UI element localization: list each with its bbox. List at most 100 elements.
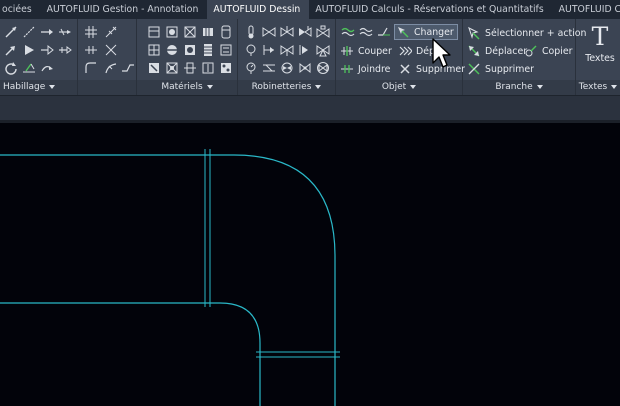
tab-calculs[interactable]: AUTOFLUID Calculs - Réservations et Quan…: [309, 0, 552, 19]
panel-title-habillage[interactable]: Habillage: [0, 80, 77, 95]
chevron-down-icon: [410, 84, 417, 89]
text-tool-icon[interactable]: T: [590, 24, 610, 50]
butterfly-valve-icon[interactable]: [298, 43, 312, 57]
select-cursor-icon: [467, 26, 481, 40]
filter-icon[interactable]: [147, 61, 161, 75]
pipe-branch-icon[interactable]: [377, 25, 391, 39]
autocad-window: ociées AUTOFLUID Gestion - Annotation AU…: [0, 0, 620, 406]
pipe-drawing: [0, 149, 340, 406]
chevron-down-icon: [206, 84, 213, 89]
bracket-valve-icon[interactable]: [262, 43, 276, 57]
ribbon: Habillage Matériels Robinetteries Change…: [0, 19, 620, 95]
rotate-icon[interactable]: [4, 61, 18, 75]
supprimer-branche-button[interactable]: Supprimer: [467, 61, 534, 77]
panel-title-materiels[interactable]: Matériels: [137, 80, 237, 95]
radiator-icon[interactable]: [201, 25, 215, 39]
panel-materiels: Matériels: [137, 19, 238, 95]
drawing-canvas[interactable]: [0, 123, 620, 406]
mouse-cursor-icon: [431, 37, 451, 69]
motorized-valve-icon[interactable]: [316, 61, 330, 75]
pipe-elbow-icon[interactable]: [84, 61, 98, 75]
tab-associees[interactable]: ociées: [0, 0, 41, 19]
diagonal-line-icon[interactable]: [22, 25, 36, 39]
chevron-down-icon: [536, 84, 543, 89]
pipe-junction-icon[interactable]: [84, 43, 98, 57]
pump-icon[interactable]: [165, 25, 179, 39]
joindre-button[interactable]: Joindre: [340, 61, 390, 77]
circulator-icon[interactable]: [165, 43, 179, 57]
globe-valve-icon[interactable]: [280, 25, 294, 39]
change-pick-icon: [396, 25, 410, 39]
tab-gestion-annotation[interactable]: AUTOFLUID Gestion - Annotation: [41, 0, 208, 19]
meter-icon[interactable]: [201, 61, 215, 75]
move-branch-icon: [467, 44, 481, 58]
mixer-icon[interactable]: [183, 43, 197, 57]
chevron-down-icon: [315, 84, 322, 89]
delete-x-icon: [398, 62, 412, 76]
cabinet-icon[interactable]: [219, 43, 233, 57]
hollow-arrow-icon[interactable]: [40, 43, 54, 57]
pipe-cross-x-icon[interactable]: [104, 43, 118, 57]
panel-title-branche[interactable]: Branche: [463, 80, 575, 95]
pipe-diagonal-icon[interactable]: [104, 25, 118, 39]
panel-robinetteries: Robinetteries: [238, 19, 336, 95]
dim-line-icon[interactable]: [22, 61, 36, 75]
panel-branche: Sélectionner + action Déplacer Copier Su…: [463, 19, 586, 95]
selectionner-action-button[interactable]: Sélectionner + action: [467, 25, 586, 41]
valve-block-icon[interactable]: [147, 43, 161, 57]
gate-valve-icon[interactable]: [262, 25, 276, 39]
copy-branch-icon: [524, 44, 538, 58]
boiler-icon[interactable]: [147, 25, 161, 39]
arrow-split-icon[interactable]: [58, 25, 72, 39]
panel-title-habillage-ext: [78, 80, 136, 95]
cut-pipe-icon: [340, 44, 354, 58]
move-arrows-icon: [398, 44, 412, 58]
thermometer-icon[interactable]: [244, 25, 258, 39]
expansion-vessel-icon[interactable]: [165, 61, 179, 75]
strainer-icon[interactable]: [262, 61, 276, 75]
control-valve-icon[interactable]: [316, 25, 330, 39]
balancing-valve-icon[interactable]: [280, 61, 294, 75]
tank-icon[interactable]: [219, 25, 233, 39]
panel-title-textes[interactable]: Textes: [576, 80, 620, 95]
panel-habillage: Habillage: [0, 19, 78, 95]
pipe-wave-alt-icon[interactable]: [359, 25, 373, 39]
pipe-bend-icon[interactable]: [104, 61, 118, 75]
safety-valve-icon[interactable]: [298, 61, 312, 75]
gauge-icon[interactable]: [244, 43, 258, 57]
panel-radiator-icon[interactable]: [201, 43, 215, 57]
double-arrow-icon[interactable]: [58, 43, 72, 57]
angle-valve-icon[interactable]: [280, 43, 294, 57]
pipe-offset-icon[interactable]: [121, 61, 135, 75]
pipe-crossing-icon[interactable]: [84, 25, 98, 39]
line-arrow-icon[interactable]: [4, 25, 18, 39]
couper-button[interactable]: Couper: [340, 43, 392, 59]
copier-branche-button[interactable]: Copier: [524, 43, 572, 59]
textes-button-label[interactable]: Textes: [584, 53, 616, 64]
play-arrow-icon[interactable]: [22, 43, 36, 57]
panel-habillage-symbols: [78, 19, 137, 95]
pipe-wave-icon[interactable]: [341, 25, 355, 39]
three-way-valve-icon[interactable]: [316, 43, 330, 57]
heat-exchanger-icon[interactable]: [183, 25, 197, 39]
delete-branch-icon: [467, 62, 481, 76]
pressure-switch-icon[interactable]: [244, 61, 258, 75]
tab-coupe-3d-bim[interactable]: AUTOFLUID Coupe - 3D BIM: [553, 0, 620, 19]
curved-arrow-icon[interactable]: [40, 61, 54, 75]
pipe-outer-wall: [0, 154, 336, 406]
arrow-right-icon[interactable]: [40, 25, 54, 39]
deplacer-branche-button[interactable]: Déplacer: [467, 43, 527, 59]
tab-dessin[interactable]: AUTOFLUID Dessin: [207, 0, 310, 19]
short-arrow-icon[interactable]: [4, 43, 18, 57]
pipe-inner-wall: [0, 302, 261, 406]
ribbon-footer-strip: [0, 95, 620, 121]
separator-icon[interactable]: [183, 61, 197, 75]
panel-title-objet[interactable]: Objet: [336, 80, 462, 95]
chevron-down-icon: [611, 84, 618, 89]
collector-icon[interactable]: [219, 61, 233, 75]
join-pipe-icon: [340, 62, 354, 76]
panel-title-robinetteries[interactable]: Robinetteries: [238, 80, 335, 95]
ribbon-tab-bar: ociées AUTOFLUID Gestion - Annotation AU…: [0, 0, 620, 19]
chevron-down-icon: [49, 84, 56, 89]
check-valve-icon[interactable]: [298, 25, 312, 39]
